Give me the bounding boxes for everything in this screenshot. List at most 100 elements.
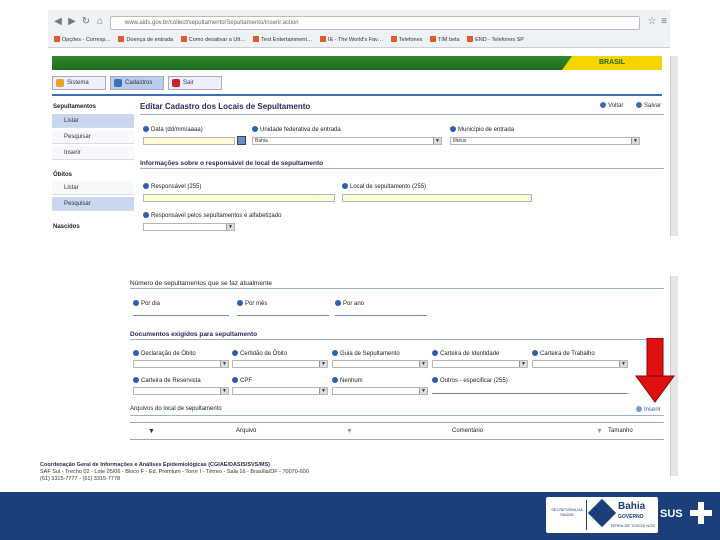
address-bar[interactable]: www.aids.gov.br/collect/sepultamento/Sep… bbox=[110, 16, 640, 30]
cadastros-icon bbox=[114, 79, 122, 87]
forward-icon[interactable]: ▶ bbox=[66, 16, 78, 28]
doc-reservista-select[interactable]: ▼ bbox=[133, 387, 229, 395]
alfabetizado-label: Responsável pelos sepultamentos é alfabe… bbox=[143, 212, 281, 219]
section-responsavel: Informações sobre o responsável de local… bbox=[140, 160, 664, 169]
data-input[interactable] bbox=[143, 137, 235, 145]
doc-nenhum-label: Nenhum bbox=[332, 377, 363, 384]
uf-label: Unidade federativa de entrada bbox=[252, 126, 341, 133]
help-icon[interactable] bbox=[432, 377, 438, 383]
doc-nenhum-select[interactable]: ▼ bbox=[332, 387, 428, 395]
responsavel-input[interactable] bbox=[143, 194, 335, 202]
help-icon[interactable] bbox=[143, 183, 149, 189]
bookmark-item[interactable]: END - Telefones SP bbox=[467, 33, 524, 47]
doc-cpf-select[interactable]: ▼ bbox=[232, 387, 328, 395]
data-label: Data (dd/mm/aaaa) bbox=[143, 126, 203, 133]
help-icon[interactable] bbox=[133, 377, 139, 383]
uf-select[interactable]: Bahia ▼ bbox=[252, 137, 442, 145]
back-icon[interactable]: ◀ bbox=[52, 16, 64, 28]
help-icon[interactable] bbox=[335, 300, 341, 306]
sidebar-item-obito-listar[interactable]: Listar bbox=[52, 181, 134, 195]
por-mes-label: Por mês bbox=[237, 300, 267, 307]
chevron-down-icon: ▼ bbox=[619, 361, 627, 367]
bookmark-item[interactable]: Telefones bbox=[390, 33, 422, 47]
help-icon[interactable] bbox=[332, 377, 338, 383]
help-icon[interactable] bbox=[450, 126, 456, 132]
por-mes-input[interactable] bbox=[237, 309, 329, 316]
help-icon[interactable] bbox=[432, 350, 438, 356]
bookmarks-bar: Opções - Corresp… Doença de entrada Como… bbox=[48, 33, 670, 47]
menu-icon[interactable]: ≡ bbox=[658, 16, 670, 28]
col-arquivo[interactable]: Arquivo bbox=[236, 428, 256, 434]
footer-address: SAF Sul - Trecho 02 - Lote 05/06 - Bloco… bbox=[40, 469, 309, 475]
sidebar-heading-obitos: Óbitos bbox=[53, 172, 72, 178]
sort-icon[interactable]: ▼ bbox=[596, 428, 603, 435]
reload-icon[interactable]: ↻ bbox=[80, 16, 92, 28]
help-icon[interactable] bbox=[252, 126, 258, 132]
tab-cadastros[interactable]: Cadastros bbox=[110, 76, 164, 90]
chevron-down-icon: ▼ bbox=[419, 388, 427, 394]
doc-trabalho-select[interactable]: ▼ bbox=[532, 360, 628, 368]
home-icon[interactable]: ⌂ bbox=[94, 16, 106, 28]
sort-icon[interactable]: ▼ bbox=[148, 428, 155, 435]
alfabetizado-select[interactable]: ▼ bbox=[143, 223, 235, 231]
footer-title: Coordenação Geral de Informações e Análi… bbox=[40, 462, 270, 468]
doc-guia-select[interactable]: ▼ bbox=[332, 360, 428, 368]
inserir-button[interactable]: Inserir bbox=[636, 406, 661, 413]
por-ano-input[interactable] bbox=[335, 309, 427, 316]
help-icon[interactable] bbox=[143, 126, 149, 132]
municipio-select[interactable]: Ilhéus ▼ bbox=[450, 137, 640, 145]
bookmark-item[interactable]: IE - The World's Fav… bbox=[320, 33, 383, 47]
browser-chrome: ◀ ▶ ↻ ⌂ www.aids.gov.br/collect/sepultam… bbox=[48, 10, 670, 48]
bookmark-item[interactable]: Test Entertainment… bbox=[253, 33, 313, 47]
help-icon[interactable] bbox=[232, 350, 238, 356]
star-icon[interactable]: ☆ bbox=[646, 16, 658, 28]
responsavel-label: Responsável (255) bbox=[143, 183, 201, 190]
help-icon[interactable] bbox=[237, 300, 243, 306]
bookmark-item[interactable]: TIM beta bbox=[429, 33, 460, 47]
header-divider bbox=[52, 94, 662, 96]
help-icon[interactable] bbox=[332, 350, 338, 356]
local-input[interactable] bbox=[342, 194, 532, 202]
col-comentario[interactable]: Comentário bbox=[452, 428, 483, 434]
bookmark-item[interactable]: Como desativar a Ult… bbox=[180, 33, 246, 47]
col-tamanho[interactable]: Tamanho bbox=[608, 428, 633, 434]
sus-logo: SUS bbox=[660, 508, 683, 520]
brasil-logo[interactable]: BRASIL bbox=[562, 56, 662, 70]
page-title: Editar Cadastro dos Locais de Sepultamen… bbox=[140, 102, 311, 111]
sort-icon[interactable]: ▼ bbox=[346, 428, 353, 435]
tab-sistema[interactable]: Sistema bbox=[52, 76, 106, 90]
help-icon[interactable] bbox=[133, 300, 139, 306]
sidebar-item-pesquisar[interactable]: Pesquisar bbox=[52, 130, 134, 144]
sidebar-item-inserir[interactable]: Inserir bbox=[52, 146, 134, 160]
footer: Coordenação Geral de Informações e Análi… bbox=[40, 462, 460, 483]
sidebar-item-listar[interactable]: Listar bbox=[52, 114, 134, 128]
bookmark-item[interactable]: Doença de entrada bbox=[118, 33, 173, 47]
bookmark-item[interactable]: Opções - Corresp… bbox=[54, 33, 111, 47]
calendar-icon[interactable] bbox=[237, 136, 246, 145]
help-icon[interactable] bbox=[133, 350, 139, 356]
doc-declaracao-select[interactable]: ▼ bbox=[133, 360, 229, 368]
arquivos-divider bbox=[130, 415, 664, 416]
voltar-button[interactable]: Voltar bbox=[600, 102, 623, 109]
doc-certidao-select[interactable]: ▼ bbox=[232, 360, 328, 368]
footer-phone: (61) 3315-7777 - (61) 3315-7778 bbox=[40, 476, 121, 482]
title-divider bbox=[140, 114, 664, 115]
doc-identidade-select[interactable]: ▼ bbox=[432, 360, 528, 368]
por-dia-label: Por dia bbox=[133, 300, 160, 307]
doc-trabalho-label: Carteira de Trabalho bbox=[532, 350, 595, 357]
doc-outros-label: Outros - especificar (255) bbox=[432, 377, 508, 384]
por-dia-input[interactable] bbox=[133, 309, 229, 316]
section-documentos: Documentos exigidos para sepultamento bbox=[130, 331, 664, 340]
arquivos-table-header: ▼ Arquivo ▼ Comentário ▼ Tamanho bbox=[130, 422, 664, 440]
salvar-button[interactable]: Salvar bbox=[636, 102, 661, 109]
help-icon[interactable] bbox=[143, 212, 149, 218]
help-icon[interactable] bbox=[532, 350, 538, 356]
help-icon[interactable] bbox=[342, 183, 348, 189]
help-icon[interactable] bbox=[232, 377, 238, 383]
chevron-down-icon: ▼ bbox=[220, 388, 228, 394]
doc-outros-input[interactable] bbox=[432, 387, 628, 394]
local-label: Local de sepultamento (255) bbox=[342, 183, 426, 190]
sidebar-heading-sepultamentos: Sepultamentos bbox=[53, 104, 97, 110]
tab-sair[interactable]: Sair bbox=[168, 76, 222, 90]
sidebar-item-obito-pesquisar[interactable]: Pesquisar bbox=[52, 197, 134, 211]
